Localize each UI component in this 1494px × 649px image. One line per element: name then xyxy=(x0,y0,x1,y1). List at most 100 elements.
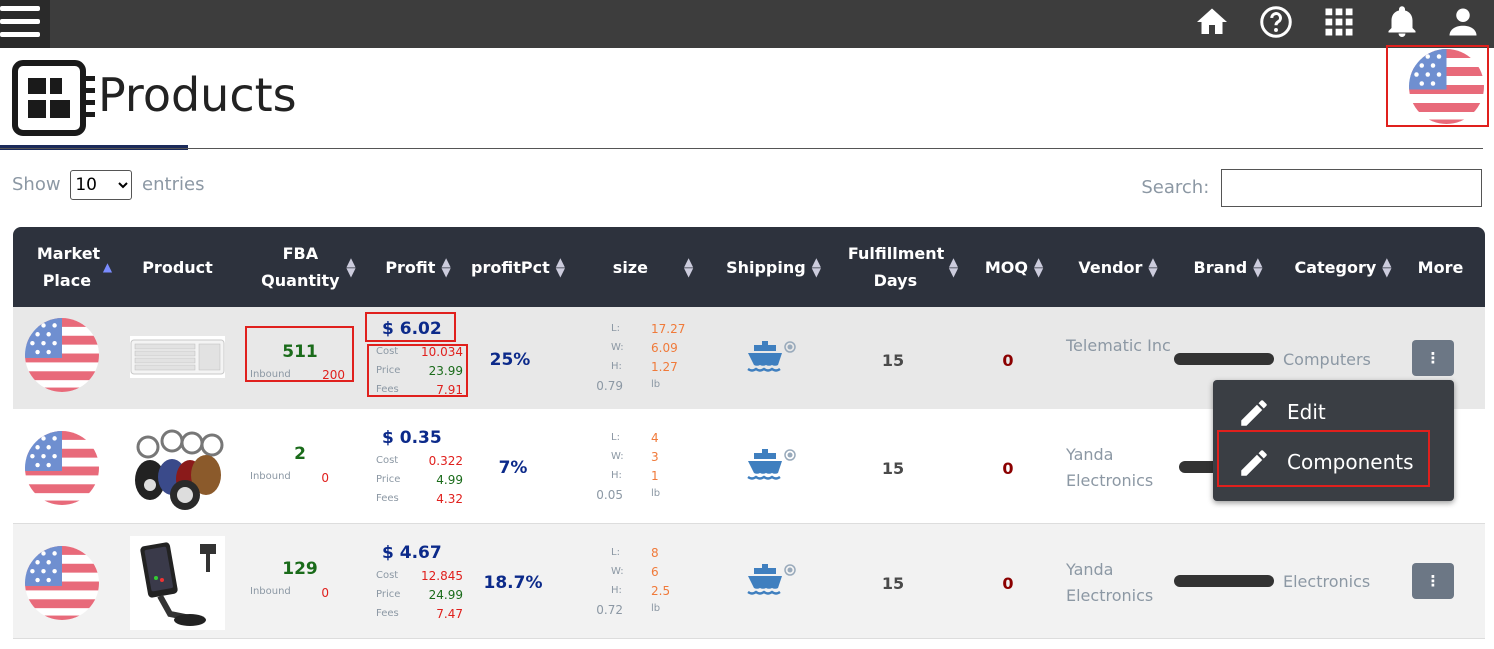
search-input[interactable] xyxy=(1221,169,1482,207)
height-label: H: xyxy=(611,470,622,481)
fees-value: 4.32 xyxy=(436,492,463,506)
title-divider xyxy=(0,148,1483,149)
entries-label: entries xyxy=(142,174,205,195)
sort-icon: ▲ ▼ xyxy=(555,255,565,279)
profit-value: $ 0.35 xyxy=(382,428,442,448)
us-flag-icon xyxy=(25,431,99,505)
column-header-label: Product xyxy=(142,257,213,277)
inbound-value: 0 xyxy=(321,471,329,485)
fulfillment-days: 15 xyxy=(881,459,905,478)
sort-icon: ▲ ▼ xyxy=(683,255,694,279)
fulfillment-days: 15 xyxy=(881,574,905,593)
column-header-fba-quantity[interactable]: FBA Quantity ▲ ▼ xyxy=(253,227,363,307)
hamburger-line xyxy=(0,19,40,24)
height-label: H: xyxy=(611,361,622,372)
length-label: L: xyxy=(611,323,620,334)
weight-unit: lb xyxy=(651,603,661,614)
column-header-fulfillment-days[interactable]: Fulfillment Days ▲ ▼ xyxy=(843,227,963,307)
product-image-phone-mount[interactable] xyxy=(130,536,225,630)
home-icon[interactable] xyxy=(1194,4,1230,40)
weight-value: 0.05 xyxy=(596,488,623,502)
help-icon[interactable] xyxy=(1258,4,1294,40)
fulfillment-days: 15 xyxy=(881,351,905,370)
price-value: 4.99 xyxy=(436,473,463,487)
moq-value: 0 xyxy=(1002,351,1014,370)
column-header-marketplace[interactable]: Market Place ▲ xyxy=(27,227,122,307)
highlight-profit-breakdown xyxy=(367,344,468,397)
column-header-vendor[interactable]: Vendor ▲ ▼ xyxy=(1073,227,1163,307)
column-header-profit-pct[interactable]: profitPct ▲ ▼ xyxy=(468,227,568,307)
user-icon[interactable] xyxy=(1445,4,1481,40)
weight-value: 0.79 xyxy=(596,379,623,393)
highlight-fba-quantity xyxy=(245,326,354,382)
sort-icon: ▲ ▼ xyxy=(1382,255,1392,279)
more-actions-button[interactable]: ⋮ xyxy=(1412,340,1454,376)
bell-icon[interactable] xyxy=(1384,4,1420,40)
moq-value: 0 xyxy=(1002,459,1014,478)
cost-value: 12.845 xyxy=(421,569,463,583)
column-header-size[interactable]: size ▲ ▼ xyxy=(603,227,703,307)
category-value: Computers xyxy=(1283,350,1371,369)
page-title: Products xyxy=(98,68,297,122)
marketplace-selector[interactable] xyxy=(1386,45,1489,127)
weight-unit: lb xyxy=(651,488,661,499)
column-header-moq[interactable]: MOQ ▲ ▼ xyxy=(979,227,1049,307)
more-actions-button[interactable]: ⋮ xyxy=(1412,563,1454,599)
product-image-airtag-keychains[interactable] xyxy=(130,425,225,513)
vendor-name: Yanda Electronics xyxy=(1066,560,1154,605)
weight-value: 0.72 xyxy=(596,603,623,617)
column-header-profit[interactable]: Profit ▲ ▼ xyxy=(373,227,463,307)
cost-value: 0.322 xyxy=(428,454,463,468)
hamburger-menu-button[interactable] xyxy=(0,0,50,48)
profit-pct: 7% xyxy=(498,458,528,478)
length-value: 17.27 xyxy=(651,322,686,336)
ship-icon xyxy=(747,564,796,595)
height-value: 1 xyxy=(651,469,659,483)
fees-label: Fees xyxy=(376,608,399,619)
length-value: 4 xyxy=(651,431,659,445)
sort-icon: ▲ ▼ xyxy=(948,255,959,279)
column-header-label: Fulfillment Days xyxy=(847,244,945,290)
top-bar xyxy=(0,0,1494,48)
product-image-keyboard[interactable] xyxy=(130,336,225,378)
column-header-label: Profit xyxy=(385,257,436,277)
show-label: Show xyxy=(12,174,61,195)
height-label: H: xyxy=(611,585,622,596)
page-header: Products xyxy=(0,45,1494,150)
column-header-label: Shipping xyxy=(726,257,806,277)
column-header-shipping[interactable]: Shipping ▲ ▼ xyxy=(721,227,826,307)
column-header-label: Category xyxy=(1294,257,1377,277)
cost-label: Cost xyxy=(376,455,399,466)
sort-asc-icon: ▲ xyxy=(102,260,113,274)
length-value: 8 xyxy=(651,546,659,560)
sort-icon: ▲ ▼ xyxy=(811,255,821,279)
cost-label: Cost xyxy=(376,570,399,581)
brand-redacted xyxy=(1174,575,1274,587)
width-label: W: xyxy=(611,342,624,353)
width-label: W: xyxy=(611,451,624,462)
sort-icon: ▲ ▼ xyxy=(1253,255,1263,279)
column-header-label: size xyxy=(612,257,648,277)
us-flag-icon xyxy=(25,546,99,620)
hamburger-line xyxy=(0,6,40,11)
column-header-label: profitPct xyxy=(471,257,550,277)
profit-pct: 18.7% xyxy=(483,573,543,593)
column-header-brand[interactable]: Brand ▲ ▼ xyxy=(1188,227,1268,307)
brand-redacted xyxy=(1174,353,1274,365)
app-logo xyxy=(12,60,95,136)
column-header-label: MOQ xyxy=(984,257,1028,277)
pencil-icon xyxy=(1241,400,1267,426)
apps-grid-icon[interactable] xyxy=(1321,4,1357,40)
column-header-product[interactable]: Product xyxy=(130,227,225,307)
highlight-components-item xyxy=(1217,430,1430,487)
us-flag-icon xyxy=(1409,49,1484,124)
length-label: L: xyxy=(611,547,620,558)
vendor-name: Telematic Inc xyxy=(1066,336,1171,355)
profit-value: $ 4.67 xyxy=(382,543,442,563)
sort-icon: ▲ ▼ xyxy=(441,255,451,279)
column-header-category[interactable]: Category ▲ ▼ xyxy=(1293,227,1393,307)
entries-select[interactable]: 10 xyxy=(70,170,133,200)
price-label: Price xyxy=(376,589,401,600)
column-header-label: Brand xyxy=(1193,257,1248,277)
vendor-name: Yanda Electronics xyxy=(1066,445,1154,490)
